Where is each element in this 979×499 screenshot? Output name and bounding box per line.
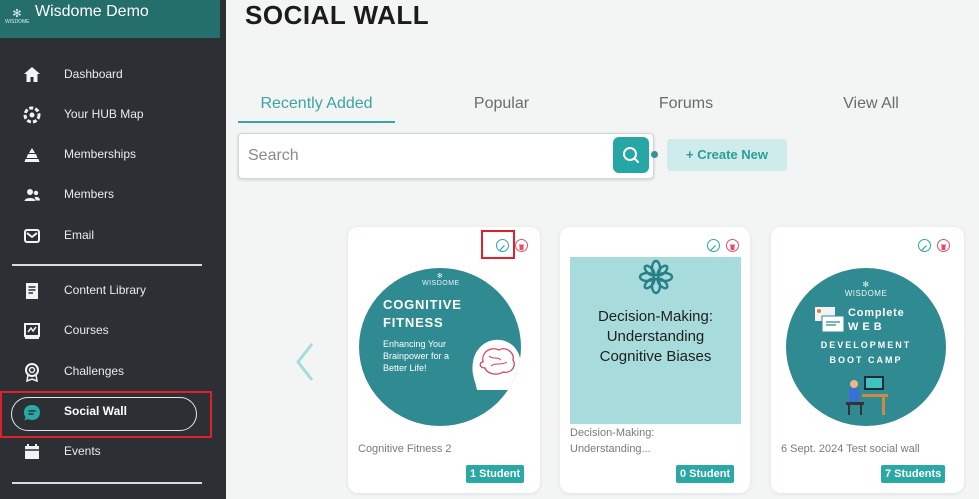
image-heading: Complete WEB xyxy=(848,307,905,333)
sidebar-item-hub-map[interactable]: Your HUB Map xyxy=(0,97,226,137)
delete-icon[interactable] xyxy=(515,239,528,252)
card-image: ✻ WISDOME COGNITIVE FITNESS Enhancing Your… xyxy=(359,268,521,426)
edit-icon[interactable] xyxy=(918,239,931,252)
card-image: ✻ WISDOME Complete WEB DEVELOPMENT BOOT CAM… xyxy=(786,268,946,426)
student-count-badge: 0 Student xyxy=(676,465,735,483)
social-card-web-dev-bootcamp[interactable]: ✻ WISDOME Complete WEB DEVELOPMENT BOOT CAM… xyxy=(771,227,964,493)
challenges-icon xyxy=(25,363,39,382)
active-tab-underline xyxy=(238,121,395,123)
brain-illustration-icon xyxy=(472,339,521,390)
courses-icon xyxy=(24,323,40,339)
sidebar-divider xyxy=(12,264,202,266)
image-subtitle: Enhancing Your Brainpower for a Better Lif… xyxy=(383,339,450,373)
search-icon xyxy=(623,147,639,163)
search-dot-indicator xyxy=(651,151,658,158)
image-subheading: DEVELOPMENT BOOT CAMP xyxy=(820,340,912,365)
card-title: Cognitive Fitness 2 xyxy=(358,443,452,455)
search-box xyxy=(238,133,654,179)
image-heading: COGNITIVE FITNESS xyxy=(383,297,462,330)
social-card-cognitive-fitness[interactable]: ✻ WISDOME COGNITIVE FITNESS Enhancing Your… xyxy=(348,227,540,493)
members-icon xyxy=(24,189,40,201)
wisdome-logo: ✻ WISDOME xyxy=(844,280,888,298)
tab-popular[interactable]: Popular xyxy=(443,95,560,113)
edit-icon[interactable] xyxy=(707,239,720,252)
delete-icon[interactable] xyxy=(937,239,950,252)
brand-header[interactable]: ✻ WISDOME Wisdome Demo xyxy=(0,0,220,38)
code-window-icon xyxy=(815,307,845,333)
wisdome-logo: ✻ WISDOME xyxy=(422,273,460,287)
developer-illustration-icon xyxy=(846,376,888,415)
home-icon xyxy=(24,67,40,82)
carousel-prev-arrow-icon[interactable] xyxy=(290,340,320,384)
wisdome-logo: ✻ WISDOME xyxy=(5,8,30,25)
page-title: SOCIAL WALL xyxy=(245,0,430,30)
image-heading: Decision-Making: Understanding Cognitive B… xyxy=(597,308,714,365)
social-card-decision-making[interactable]: Decision-Making: Understanding Cognitive B… xyxy=(560,227,750,493)
sidebar-item-email[interactable]: Email xyxy=(0,218,226,258)
search-input[interactable] xyxy=(248,144,598,168)
wisdome-flower-logo-icon xyxy=(638,259,674,295)
card-image: Decision-Making: Understanding Cognitive B… xyxy=(570,257,741,424)
events-icon xyxy=(25,444,39,459)
sidebar-divider-bottom xyxy=(12,482,202,484)
hub-map-icon xyxy=(23,106,41,124)
sidebar-item-memberships[interactable]: Memberships xyxy=(0,137,226,177)
delete-icon[interactable] xyxy=(726,239,739,252)
sidebar-item-members[interactable]: Members xyxy=(0,177,226,217)
tab-forums[interactable]: Forums xyxy=(626,95,746,113)
card-title: Decision-Making: Understanding... xyxy=(570,427,655,455)
sidebar-item-dashboard[interactable]: Dashboard xyxy=(0,57,226,97)
student-count-badge: 1 Student xyxy=(466,465,525,483)
content-library-icon xyxy=(26,283,38,299)
social-wall-highlight-box xyxy=(0,391,212,438)
student-count-badge: 7 Students xyxy=(881,465,946,483)
card-title: 6 Sept. 2024 Test social wall xyxy=(781,443,920,455)
tab-recently-added[interactable]: Recently Added xyxy=(238,95,395,113)
email-icon xyxy=(24,229,40,243)
memberships-icon xyxy=(24,148,40,162)
search-button[interactable] xyxy=(613,137,649,173)
sidebar-item-challenges[interactable]: Challenges xyxy=(0,354,226,394)
sidebar-item-courses[interactable]: Courses xyxy=(0,313,226,353)
sidebar-item-content-library[interactable]: Content Library xyxy=(0,273,226,313)
brand-name: Wisdome Demo xyxy=(35,3,149,20)
sidebar-item-events[interactable]: Events xyxy=(0,434,226,474)
tab-view-all[interactable]: View All xyxy=(810,95,932,113)
edit-icon-highlight-box xyxy=(481,230,515,259)
create-new-button[interactable]: + Create New xyxy=(667,139,787,171)
